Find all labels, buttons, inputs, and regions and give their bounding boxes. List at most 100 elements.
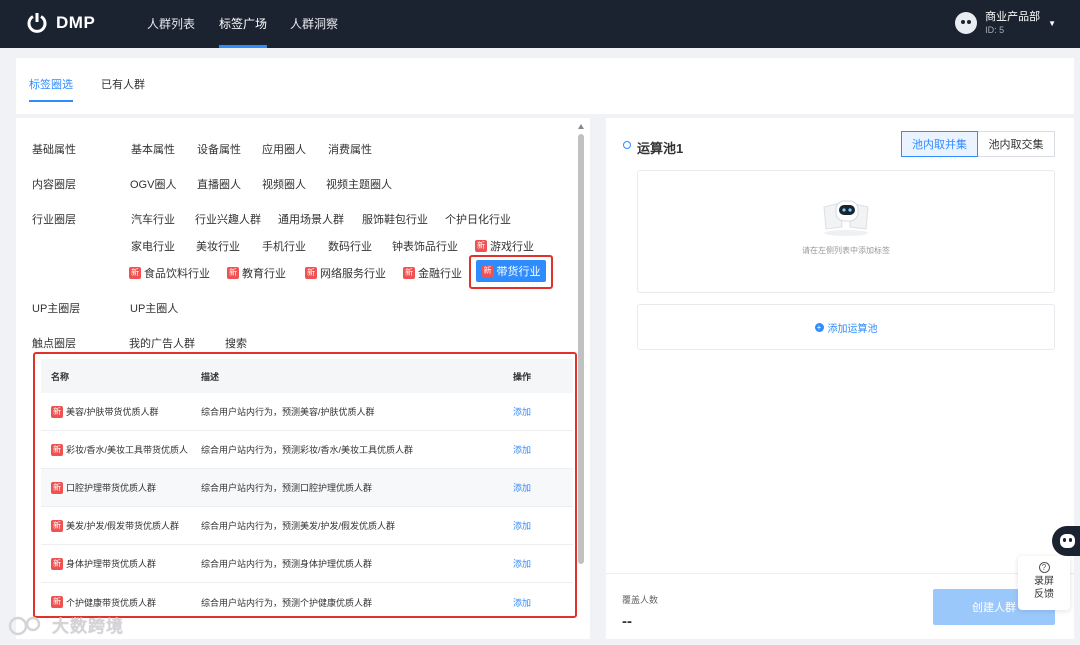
- row-name: 彩妆/香水/美妆工具带货优质人: [66, 445, 189, 455]
- tag-item[interactable]: 钟表饰品行业: [392, 238, 458, 254]
- pool-empty-area: 请在左侧列表中添加标签: [637, 170, 1055, 293]
- vertical-scrollbar[interactable]: [577, 120, 585, 635]
- category-label: 基础属性: [32, 144, 76, 156]
- new-badge: 新: [51, 557, 63, 570]
- new-badge: 新: [51, 596, 63, 608]
- scroll-thumb[interactable]: [578, 134, 584, 564]
- feedback-line1: 录屏: [1034, 576, 1054, 587]
- new-badge: 新: [481, 265, 494, 277]
- add-link[interactable]: 添加: [513, 407, 531, 417]
- tag-item[interactable]: 数码行业: [328, 238, 372, 254]
- tag-item[interactable]: UP主圈人: [130, 300, 178, 316]
- intersect-button[interactable]: 池内取交集: [977, 131, 1055, 157]
- tag-item[interactable]: 手机行业: [262, 238, 306, 254]
- tab-tag-select[interactable]: 标签圈选: [29, 76, 73, 102]
- empty-robot-illustration: [823, 200, 869, 236]
- tag-item-new[interactable]: 新 网络服务行业: [305, 265, 386, 281]
- row-name: 身体护理带货优质人群: [66, 559, 157, 569]
- tag-label: 金融行业: [418, 268, 462, 280]
- screen-record-feedback-button[interactable]: ? 录屏 反馈: [1018, 556, 1070, 610]
- tag-item[interactable]: 视频圈人: [262, 176, 306, 192]
- table-row: 新美容/护肤带货优质人群 综合用户站内行为，预测美容/护肤优质人群 添加: [41, 393, 573, 431]
- nav-crowd-insight[interactable]: 人群洞察: [290, 0, 338, 48]
- tag-label: 带货行业: [496, 266, 541, 278]
- category-label: UP主圈层: [32, 303, 81, 315]
- tag-item[interactable]: 搜索: [225, 335, 247, 351]
- tag-item[interactable]: 基本属性: [131, 141, 175, 157]
- nav-tag-square[interactable]: 标签广场: [219, 0, 268, 48]
- row-desc: 综合用户站内行为，预测美容/护肤优质人群: [201, 407, 375, 417]
- user-name: 商业产品部: [985, 11, 1041, 23]
- plus-circle-icon: +: [814, 322, 824, 332]
- tag-item[interactable]: 行业兴趣人群: [195, 211, 261, 227]
- power-logo-icon: [27, 13, 47, 33]
- table-row: 新彩妆/香水/美妆工具带货优质人 综合用户站内行为，预测彩妆/香水/美妆工具优质…: [41, 431, 573, 469]
- feedback-line2: 反馈: [1034, 589, 1054, 600]
- crowd-table: 名称 描述 操作 新美容/护肤带货优质人群 综合用户站内行为，预测美容/护肤优质…: [41, 359, 573, 621]
- tag-item[interactable]: 通用场景人群: [278, 211, 344, 227]
- tag-item[interactable]: 汽车行业: [131, 211, 175, 227]
- user-id: ID: 5: [985, 25, 1005, 35]
- tag-item[interactable]: 我的广告人群: [129, 335, 195, 351]
- row-name: 口腔护理带货优质人群: [66, 483, 157, 493]
- col-name-header: 名称: [51, 371, 70, 382]
- tabs-bar: 标签圈选 已有人群: [16, 58, 1074, 114]
- assistant-bot-button[interactable]: [1052, 526, 1080, 556]
- union-button[interactable]: 池内取并集: [901, 131, 978, 157]
- new-badge: 新: [51, 405, 63, 418]
- tag-item[interactable]: 视频主题圈人: [326, 176, 392, 192]
- category-label: 内容圈层: [32, 179, 76, 191]
- new-badge: 新: [51, 443, 63, 456]
- watermark-text: 大数跨境: [52, 617, 124, 636]
- tag-item[interactable]: 美妆行业: [196, 238, 240, 254]
- table-row: 新身体护理带货优质人群 综合用户站内行为，预测身体护理优质人群 添加: [41, 545, 573, 583]
- row-desc: 综合用户站内行为，预测身体护理优质人群: [201, 559, 373, 569]
- row-name: 美发/护发/假发带货优质人群: [66, 521, 180, 531]
- tab-existing-crowd[interactable]: 已有人群: [101, 76, 145, 102]
- add-link[interactable]: 添加: [513, 598, 531, 608]
- tag-item-new[interactable]: 新 食品饮料行业: [129, 265, 210, 281]
- table-row: 新美发/护发/假发带货优质人群 综合用户站内行为，预测美发/护发/假发优质人群 …: [41, 507, 573, 545]
- add-link[interactable]: 添加: [513, 483, 531, 493]
- tag-item[interactable]: OGV圈人: [130, 176, 176, 192]
- add-link[interactable]: 添加: [513, 445, 531, 455]
- scroll-up-icon[interactable]: [578, 124, 584, 129]
- tag-item-new[interactable]: 新 金融行业: [403, 265, 462, 281]
- new-badge: 新: [51, 519, 63, 532]
- add-pool-button[interactable]: + 添加运算池: [637, 304, 1055, 350]
- new-badge: 新: [129, 267, 141, 279]
- robot-icon: [1060, 534, 1075, 548]
- row-name: 美容/护肤带货优质人群: [66, 407, 159, 417]
- nav-crowd-list[interactable]: 人群列表: [147, 0, 195, 48]
- tag-item-new[interactable]: 新 教育行业: [227, 265, 286, 281]
- tag-item[interactable]: 家电行业: [131, 238, 175, 254]
- tag-label: 教育行业: [242, 268, 286, 280]
- row-desc: 综合用户站内行为，预测彩妆/香水/美妆工具优质人群: [201, 445, 414, 455]
- add-pool-label: 添加运算池: [827, 323, 878, 335]
- tag-item[interactable]: 服饰鞋包行业: [362, 211, 428, 227]
- tag-item[interactable]: 应用圈人: [262, 141, 306, 157]
- row-name: 个护健康带货优质人群: [66, 597, 157, 608]
- new-badge: 新: [51, 481, 63, 494]
- tag-item[interactable]: 个护日化行业: [445, 211, 511, 227]
- watermark: 大数跨境: [8, 612, 124, 637]
- dmp-logo[interactable]: DMP: [26, 11, 95, 35]
- new-badge: 新: [227, 267, 239, 279]
- tag-item-selected[interactable]: 新 带货行业: [476, 260, 546, 282]
- category-label: 触点圈层: [32, 338, 76, 350]
- user-menu[interactable]: 商业产品部 ID: 5 ▼: [955, 10, 1056, 36]
- tag-item-new[interactable]: 新 游戏行业: [475, 238, 534, 254]
- row-desc: 综合用户站内行为，预测口腔护理优质人群: [201, 483, 373, 493]
- row-desc: 综合用户站内行为，预测美发/护发/假发优质人群: [201, 521, 396, 531]
- user-avatar: [955, 12, 978, 34]
- top-navbar: DMP 人群列表 标签广场 人群洞察 商业产品部 ID: 5 ▼: [0, 0, 1080, 48]
- tag-item[interactable]: 设备属性: [197, 141, 241, 157]
- add-link[interactable]: 添加: [513, 521, 531, 531]
- watermark-logo-icon: [8, 616, 41, 635]
- category-label: 行业圈层: [32, 214, 76, 226]
- tag-label: 游戏行业: [490, 241, 534, 253]
- add-link[interactable]: 添加: [513, 559, 531, 569]
- tag-item[interactable]: 消费属性: [328, 141, 372, 157]
- caret-down-icon: ▼: [1048, 18, 1056, 28]
- tag-item[interactable]: 直播圈人: [197, 176, 241, 192]
